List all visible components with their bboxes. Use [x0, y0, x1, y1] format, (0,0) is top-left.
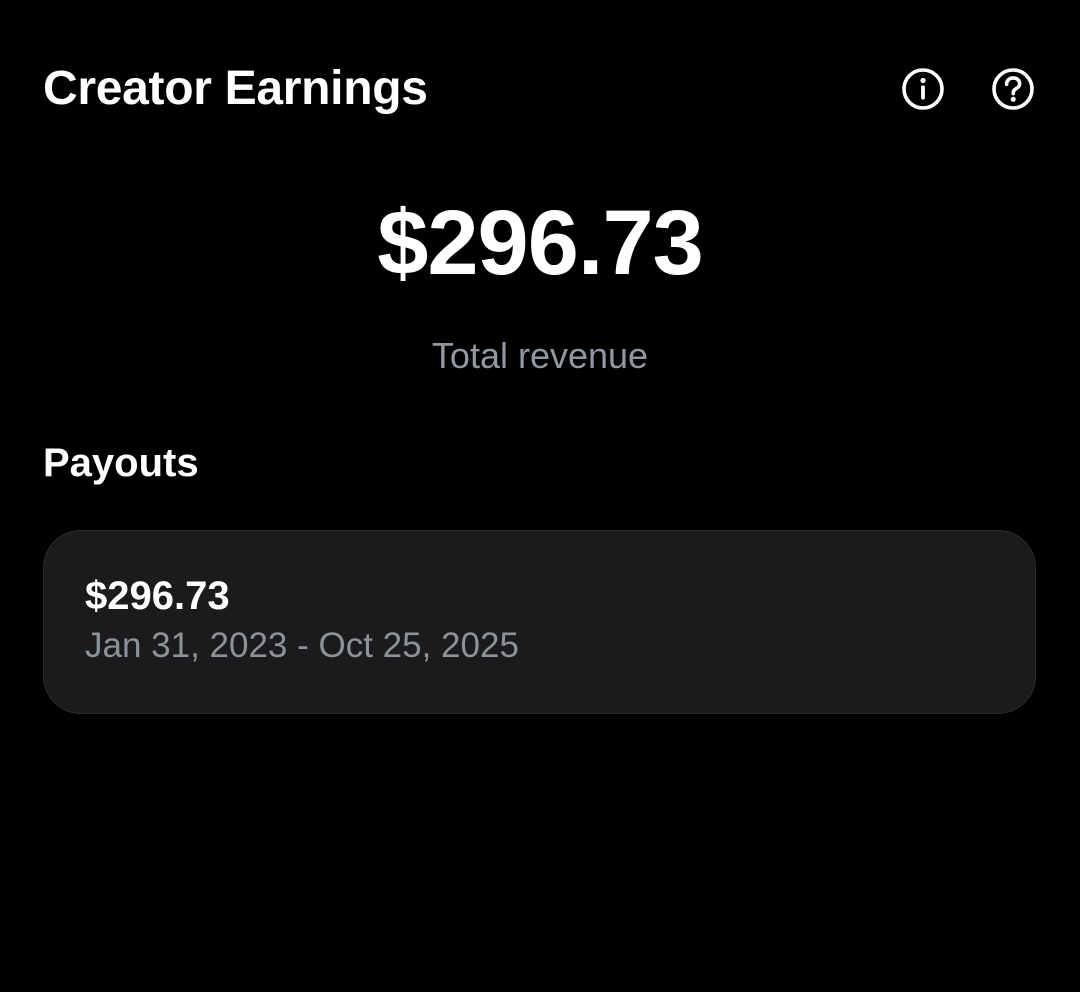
- info-button[interactable]: [900, 66, 946, 112]
- payout-date-range: Jan 31, 2023 - Oct 25, 2025: [85, 626, 519, 665]
- info-icon: [902, 68, 944, 110]
- header-bar: Creator Earnings: [43, 56, 1038, 122]
- total-revenue-amount: $296.73: [377, 192, 704, 294]
- help-icon: [992, 68, 1034, 110]
- payouts-section-title: Payouts: [43, 441, 199, 485]
- page-title: Creator Earnings: [43, 62, 428, 115]
- payout-card[interactable]: $296.73 Jan 31, 2023 - Oct 25, 2025: [43, 530, 1036, 714]
- help-button[interactable]: [990, 66, 1036, 112]
- total-revenue-label: Total revenue: [431, 335, 649, 376]
- payout-amount: $296.73: [85, 574, 230, 618]
